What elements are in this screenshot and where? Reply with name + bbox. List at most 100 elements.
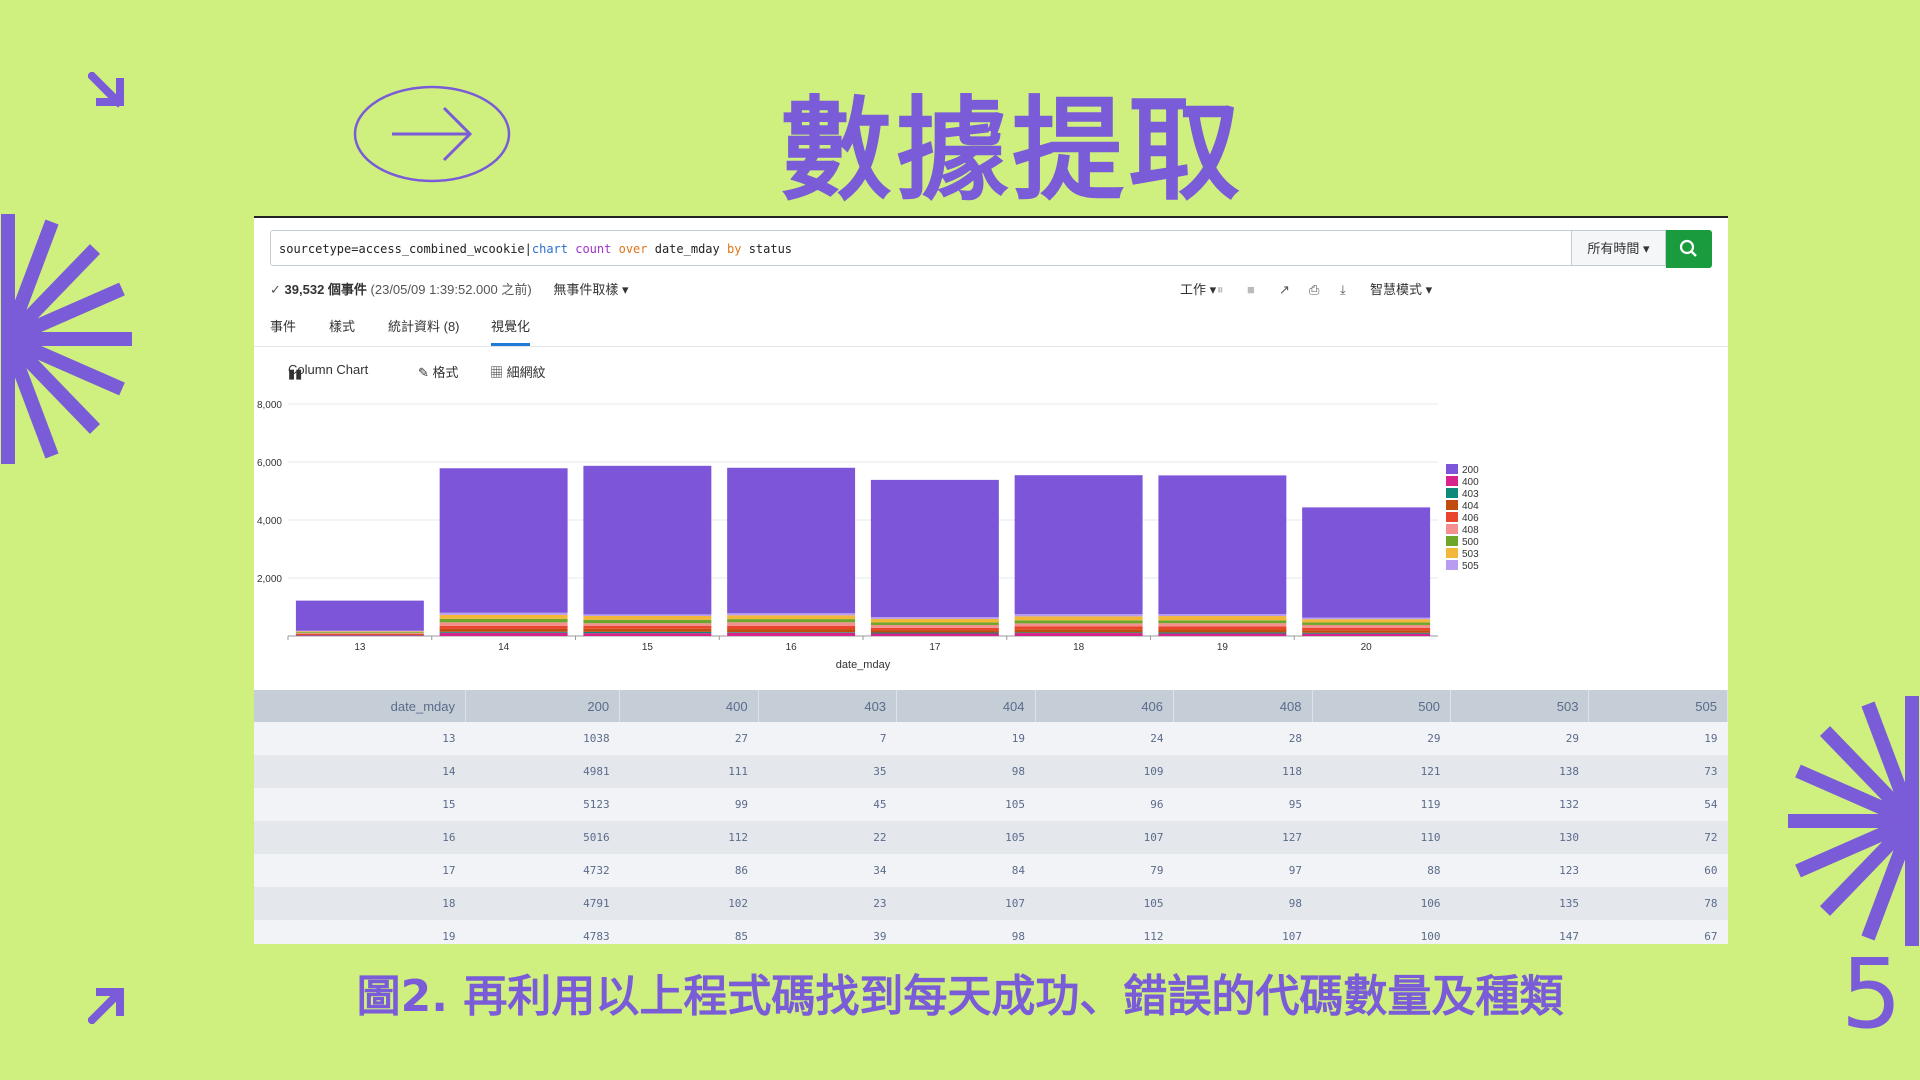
bar-segment-400[interactable] (870, 633, 999, 636)
bar-segment-503[interactable] (870, 618, 999, 623)
bar-segment-400[interactable] (295, 635, 424, 636)
column-header[interactable]: 503 (1450, 690, 1590, 722)
bar-segment-200[interactable] (1302, 507, 1431, 618)
bar-segment-500[interactable] (1014, 620, 1143, 624)
bar-segment-406[interactable] (1014, 626, 1143, 630)
bar-segment-500[interactable] (295, 632, 424, 633)
tab-visualization[interactable]: 視覺化 (491, 308, 531, 346)
bar-segment-505[interactable] (439, 612, 568, 615)
bar-segment-408[interactable] (583, 623, 712, 626)
bar-segment-403[interactable] (439, 631, 568, 633)
bar-segment-200[interactable] (727, 467, 856, 614)
trellis-menu[interactable]: ▦ 細網紋 (490, 362, 546, 381)
bar-segment-406[interactable] (1158, 626, 1287, 630)
pause-icon[interactable]: ⏸ (1217, 276, 1224, 304)
bar-segment-403[interactable] (1014, 632, 1143, 634)
bar-segment-500[interactable] (1302, 622, 1431, 625)
column-header[interactable]: 505 (1588, 690, 1728, 722)
bar-segment-503[interactable] (583, 615, 712, 620)
bar-segment-408[interactable] (1014, 623, 1143, 627)
sampling-dropdown[interactable]: 無事件取樣 ▾ (553, 282, 628, 297)
bar-segment-404[interactable] (295, 634, 424, 636)
bar-segment-406[interactable] (583, 625, 712, 629)
chart-type-menu[interactable]: ▮▮ Column Chart (288, 362, 368, 381)
legend-label[interactable]: 505 (1462, 561, 1479, 572)
bar-segment-406[interactable] (727, 625, 856, 630)
bar-segment-505[interactable] (1302, 617, 1431, 620)
column-header[interactable]: 400 (619, 690, 759, 722)
job-menu[interactable]: 工作 ▾ (1180, 276, 1216, 304)
bar-segment-500[interactable] (727, 619, 856, 623)
bar-segment-408[interactable] (295, 632, 424, 634)
bar-segment-408[interactable] (727, 622, 856, 626)
bar-segment-408[interactable] (1158, 623, 1287, 627)
bar-segment-505[interactable] (727, 613, 856, 616)
export-icon[interactable]: ⤓ (1340, 276, 1346, 304)
bar-segment-200[interactable] (1014, 475, 1143, 615)
legend-label[interactable]: 404 (1462, 501, 1479, 512)
bar-segment-503[interactable] (1158, 616, 1287, 621)
bar-segment-500[interactable] (1158, 620, 1287, 624)
legend-label[interactable]: 503 (1462, 549, 1479, 560)
bar-segment-406[interactable] (1302, 627, 1431, 631)
search-input[interactable]: sourcetype=access_combined_wcookie|chart… (270, 230, 1572, 266)
bar-segment-400[interactable] (583, 633, 712, 636)
tab-patterns[interactable]: 樣式 (329, 308, 355, 346)
bar-segment-503[interactable] (439, 614, 568, 619)
bar-segment-200[interactable] (870, 479, 999, 618)
bar-segment-404[interactable] (727, 629, 856, 633)
legend-label[interactable]: 406 (1462, 513, 1479, 524)
legend-label[interactable]: 403 (1462, 489, 1479, 500)
bar-segment-406[interactable] (439, 625, 568, 629)
bar-segment-403[interactable] (727, 632, 856, 633)
legend-label[interactable]: 400 (1462, 477, 1479, 488)
bar-segment-400[interactable] (439, 632, 568, 636)
bar-segment-200[interactable] (1158, 475, 1287, 615)
column-header[interactable]: 200 (465, 690, 621, 722)
bar-segment-503[interactable] (295, 631, 424, 633)
bar-segment-403[interactable] (1158, 632, 1287, 634)
bar-segment-400[interactable] (1302, 633, 1431, 636)
bar-segment-500[interactable] (439, 618, 568, 623)
bar-segment-404[interactable] (870, 630, 999, 633)
tab-statistics[interactable]: 統計資料 (8) (388, 308, 460, 346)
stop-icon[interactable]: ■ (1247, 276, 1255, 304)
bar-segment-200[interactable] (439, 468, 568, 613)
bar-segment-403[interactable] (583, 631, 712, 634)
legend-label[interactable]: 500 (1462, 537, 1479, 548)
bar-segment-503[interactable] (1302, 619, 1431, 623)
bar-segment-500[interactable] (870, 622, 999, 625)
bar-segment-503[interactable] (1014, 616, 1143, 621)
bar-segment-400[interactable] (1158, 633, 1287, 636)
mode-dropdown[interactable]: 智慧模式 ▾ (1370, 276, 1432, 304)
share-icon[interactable]: ↗ (1279, 276, 1290, 304)
print-icon[interactable]: ⎙ (1309, 276, 1319, 304)
bar-segment-404[interactable] (439, 628, 568, 632)
bar-segment-408[interactable] (1302, 624, 1431, 628)
column-header[interactable]: 404 (896, 690, 1036, 722)
search-button[interactable] (1666, 230, 1712, 268)
bar-segment-500[interactable] (583, 619, 712, 624)
bar-segment-505[interactable] (870, 617, 999, 619)
legend-label[interactable]: 408 (1462, 525, 1479, 536)
column-header[interactable]: 408 (1173, 690, 1313, 722)
bar-segment-408[interactable] (439, 622, 568, 626)
bar-segment-503[interactable] (727, 615, 856, 620)
time-range-picker[interactable]: 所有時間 ▾ (1572, 230, 1666, 266)
bar-segment-400[interactable] (1014, 633, 1143, 636)
column-header[interactable]: 500 (1312, 690, 1451, 722)
bar-segment-505[interactable] (295, 630, 424, 632)
bar-segment-505[interactable] (1014, 614, 1143, 617)
tab-events[interactable]: 事件 (270, 308, 296, 346)
bar-segment-406[interactable] (870, 627, 999, 631)
bar-segment-408[interactable] (870, 624, 999, 628)
bar-segment-200[interactable] (295, 600, 424, 631)
bar-segment-404[interactable] (1014, 629, 1143, 633)
legend-label[interactable]: 200 (1462, 465, 1479, 476)
format-menu[interactable]: ✎ 格式 (418, 362, 459, 381)
bar-segment-404[interactable] (1158, 629, 1287, 633)
bar-segment-404[interactable] (583, 628, 712, 632)
bar-segment-200[interactable] (583, 465, 712, 615)
bar-segment-400[interactable] (727, 632, 856, 636)
bar-segment-403[interactable] (1302, 632, 1431, 634)
